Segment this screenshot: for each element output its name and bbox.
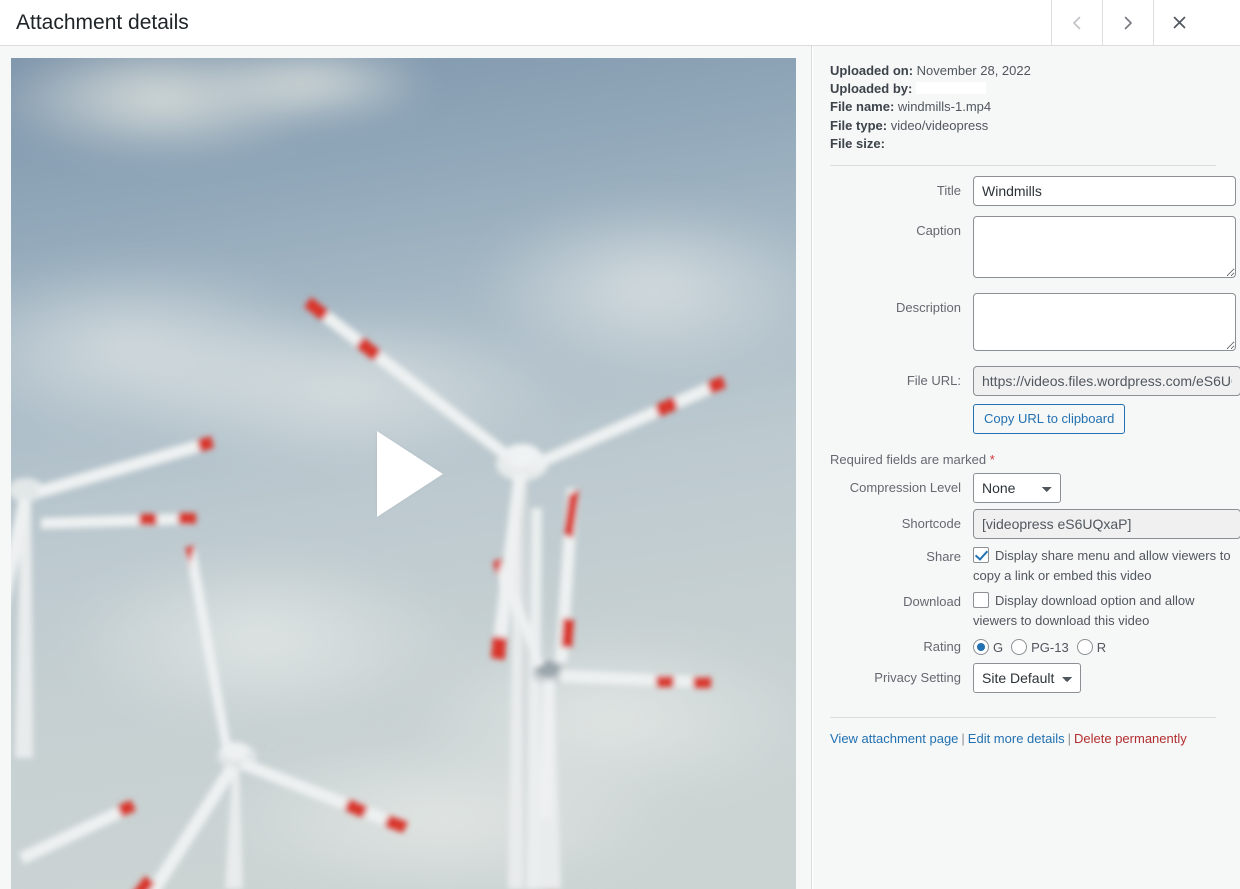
rating-label-pg13: PG-13 <box>1031 640 1069 655</box>
close-button[interactable] <box>1153 0 1204 45</box>
action-divider-1: | <box>961 731 964 746</box>
field-row-privacy: Privacy Setting Site Default <box>830 663 1240 693</box>
media-preview-pane <box>0 46 812 889</box>
meta-value: November 28, 2022 <box>917 63 1031 78</box>
prev-attachment-button[interactable] <box>1051 0 1102 45</box>
play-triangle-icon <box>377 431 443 517</box>
video-thumbnail[interactable] <box>11 58 796 889</box>
title-label: Title <box>830 176 973 200</box>
meta-value: windmills-1.mp4 <box>898 99 991 114</box>
play-button-overlay[interactable] <box>11 58 796 889</box>
required-note-text: Required fields are marked <box>830 452 990 467</box>
rating-option-pg13[interactable]: PG-13 <box>1011 638 1069 658</box>
download-label: Download <box>830 591 973 611</box>
shortcode-input[interactable] <box>973 509 1240 539</box>
compression-select[interactable]: None <box>973 473 1061 503</box>
redacted-author <box>916 82 986 94</box>
shortcode-label: Shortcode <box>830 509 973 533</box>
download-checkbox[interactable] <box>973 592 989 608</box>
field-row-file-url: File URL: Copy URL to clipboard <box>830 366 1240 434</box>
file-url-label: File URL: <box>830 366 973 390</box>
privacy-select[interactable]: Site Default <box>973 663 1081 693</box>
privacy-label: Privacy Setting <box>830 663 973 687</box>
field-row-share: Share Display share menu and allow viewe… <box>830 546 1240 586</box>
title-input[interactable] <box>973 176 1236 206</box>
view-attachment-page-link[interactable]: View attachment page <box>830 731 958 746</box>
attachment-details-pane: Uploaded on: November 28, 2022 Uploaded … <box>813 46 1240 889</box>
caption-label: Caption <box>830 216 973 240</box>
attachment-metadata: Uploaded on: November 28, 2022 Uploaded … <box>830 62 1240 153</box>
close-icon <box>1171 14 1188 31</box>
field-row-caption: Caption <box>830 216 1240 283</box>
file-url-input[interactable] <box>973 366 1240 396</box>
download-checkbox-line: Display download option and allow viewer… <box>973 591 1235 631</box>
delete-permanently-link[interactable]: Delete permanently <box>1074 731 1187 746</box>
field-row-download: Download Display download option and all… <box>830 591 1240 631</box>
attachment-actions: View attachment page|Edit more details|D… <box>830 731 1240 746</box>
rating-label-r: R <box>1097 640 1106 655</box>
description-label: Description <box>830 293 973 317</box>
metadata-divider <box>830 165 1216 166</box>
rating-option-g[interactable]: G <box>973 638 1003 658</box>
share-checkbox-line: Display share menu and allow viewers to … <box>973 546 1235 586</box>
attachment-details-modal: Attachment details <box>0 0 1240 889</box>
edit-more-details-link[interactable]: Edit more details <box>968 731 1065 746</box>
field-row-title: Title <box>830 176 1240 206</box>
field-row-rating: Rating G PG-13 R <box>830 636 1240 658</box>
share-checkbox[interactable] <box>973 547 989 563</box>
meta-label: Uploaded on: <box>830 63 913 78</box>
chevron-right-icon <box>1119 14 1137 32</box>
share-label: Share <box>830 546 973 566</box>
share-checkbox-text: Display share menu and allow viewers to … <box>973 548 1231 583</box>
meta-row-uploaded-by: Uploaded by: <box>830 80 1240 98</box>
rating-label-g: G <box>993 640 1003 655</box>
meta-label: File name: <box>830 99 894 114</box>
rating-radio-pg13[interactable] <box>1011 639 1027 655</box>
compression-label: Compression Level <box>830 473 973 497</box>
modal-titlebar: Attachment details <box>0 0 1240 46</box>
meta-row-uploaded-on: Uploaded on: November 28, 2022 <box>830 62 1240 80</box>
description-textarea[interactable] <box>973 293 1236 351</box>
page-title: Attachment details <box>16 0 189 46</box>
copy-url-button[interactable]: Copy URL to clipboard <box>973 404 1125 434</box>
meta-row-file-size: File size: <box>830 135 1240 153</box>
meta-label: File type: <box>830 118 887 133</box>
chevron-left-icon <box>1068 14 1086 32</box>
rating-radio-group: G PG-13 R <box>973 636 1240 658</box>
field-row-description: Description <box>830 293 1240 356</box>
meta-label: File size: <box>830 136 885 151</box>
rating-label: Rating <box>830 636 973 656</box>
action-divider-2: | <box>1068 731 1071 746</box>
rating-option-r[interactable]: R <box>1077 638 1106 658</box>
download-checkbox-text: Display download option and allow viewer… <box>973 593 1194 628</box>
actions-divider <box>830 717 1216 718</box>
meta-label: Uploaded by: <box>830 81 912 96</box>
meta-row-file-name: File name: windmills-1.mp4 <box>830 98 1240 116</box>
caption-textarea[interactable] <box>973 216 1236 278</box>
meta-value: video/videopress <box>891 118 989 133</box>
field-row-shortcode: Shortcode <box>830 509 1240 539</box>
rating-radio-g[interactable] <box>973 639 989 655</box>
meta-row-file-type: File type: video/videopress <box>830 117 1240 135</box>
required-fields-note: Required fields are marked * <box>830 452 1240 467</box>
required-asterisk: * <box>990 452 995 467</box>
next-attachment-button[interactable] <box>1102 0 1153 45</box>
field-row-compression: Compression Level None <box>830 473 1240 503</box>
rating-radio-r[interactable] <box>1077 639 1093 655</box>
